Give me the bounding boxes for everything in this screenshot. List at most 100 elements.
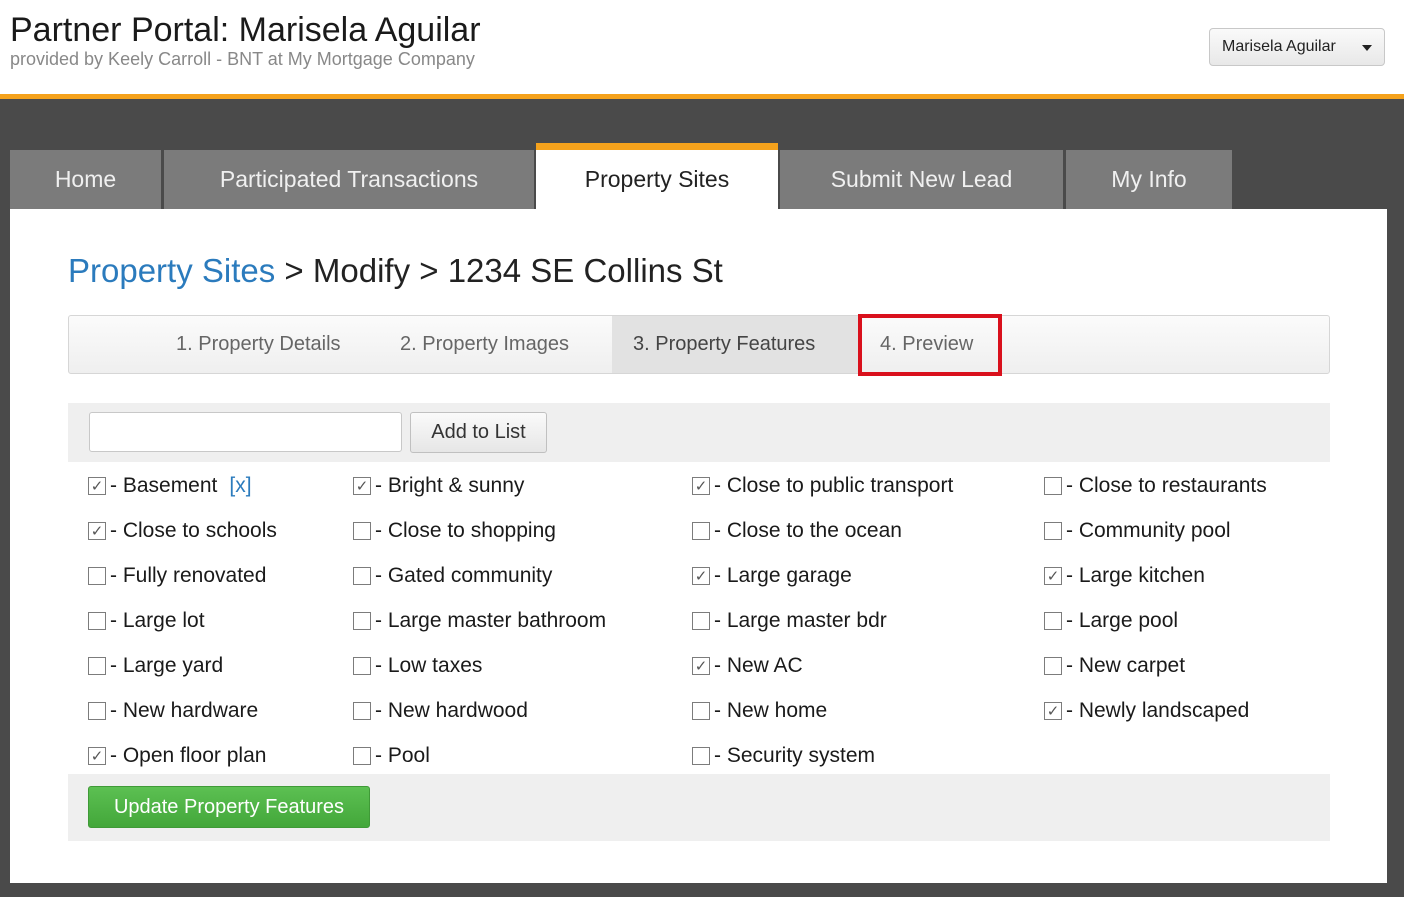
- caret-down-icon: [1362, 45, 1372, 51]
- tab-label: Property Sites: [584, 166, 730, 192]
- feature-newly-landscaped: ✓ - Newly landscaped: [1044, 696, 1249, 726]
- feature-checkbox[interactable]: ✓: [1044, 567, 1062, 585]
- feature-checkbox[interactable]: [353, 567, 371, 585]
- portal-title: Partner Portal: Marisela Aguilar: [10, 11, 481, 49]
- feature-checkbox[interactable]: [692, 702, 710, 720]
- new-feature-input[interactable]: [89, 412, 402, 452]
- step-property-details[interactable]: 1. Property Details: [176, 316, 341, 373]
- feature-checkbox[interactable]: [353, 747, 371, 765]
- feature-checkbox[interactable]: [88, 657, 106, 675]
- feature-fully-renovated: - Fully renovated: [88, 561, 266, 591]
- feature-checkbox[interactable]: ✓: [88, 747, 106, 765]
- tab-participated-transactions[interactable]: Participated Transactions: [164, 150, 534, 209]
- breadcrumb: Property Sites > Modify > 1234 SE Collin…: [68, 251, 723, 291]
- feature-checkbox[interactable]: [692, 747, 710, 765]
- feature-close-to-public-transport: ✓ - Close to public transport: [692, 471, 953, 501]
- top-bar: Partner Portal: Marisela Aguilar provide…: [0, 0, 1404, 99]
- feature-new-carpet: - New carpet: [1044, 651, 1185, 681]
- feature-low-taxes: - Low taxes: [353, 651, 482, 681]
- breadcrumb-separator: >: [284, 252, 304, 289]
- feature-label: - Close to shopping: [375, 519, 556, 542]
- feature-community-pool: - Community pool: [1044, 516, 1231, 546]
- feature-close-to-the-ocean: - Close to the ocean: [692, 516, 902, 546]
- feature-gated-community: - Gated community: [353, 561, 552, 591]
- feature-checkbox[interactable]: [692, 522, 710, 540]
- breadcrumb-property-sites-link[interactable]: Property Sites: [68, 252, 275, 289]
- feature-checkbox[interactable]: [1044, 477, 1062, 495]
- feature-label: - Large garage: [714, 564, 852, 587]
- feature-checkbox[interactable]: [353, 612, 371, 630]
- feature-security-system: - Security system: [692, 741, 875, 771]
- feature-checkbox[interactable]: ✓: [692, 477, 710, 495]
- feature-new-home: - New home: [692, 696, 827, 726]
- update-property-features-button[interactable]: Update Property Features: [88, 786, 370, 828]
- feature-checkbox[interactable]: ✓: [692, 567, 710, 585]
- wizard-steps: 1. Property Details 2. Property Images 3…: [68, 315, 1330, 374]
- feature-label: - Security system: [714, 744, 876, 767]
- breadcrumb-address: 1234 SE Collins St: [447, 252, 723, 289]
- user-menu-button[interactable]: Marisela Aguilar: [1209, 28, 1385, 66]
- feature-checkbox[interactable]: [1044, 522, 1062, 540]
- tab-my-info[interactable]: My Info: [1066, 150, 1232, 209]
- feature-checkbox[interactable]: ✓: [88, 477, 106, 495]
- features-list: ✓ - Basement [x] ✓ - Bright & sunny ✓ - …: [68, 462, 1330, 774]
- feature-checkbox[interactable]: [353, 702, 371, 720]
- breadcrumb-separator: >: [419, 252, 439, 289]
- feature-basement: ✓ - Basement [x]: [88, 471, 252, 501]
- portal-subtitle: provided by Keely Carroll - BNT at My Mo…: [10, 49, 475, 69]
- tab-label: Home: [54, 166, 117, 192]
- feature-bright-sunny: ✓ - Bright & sunny: [353, 471, 524, 501]
- feature-label: - Large master bdr: [714, 609, 887, 632]
- tab-home[interactable]: Home: [10, 150, 161, 209]
- feature-label: - Large lot: [110, 609, 205, 632]
- feature-new-hardwood: - New hardwood: [353, 696, 528, 726]
- feature-label: - Gated community: [375, 564, 553, 587]
- feature-close-to-schools: ✓ - Close to schools: [88, 516, 277, 546]
- features-panel: Add to List ✓ - Basement [x] ✓ - Bright …: [68, 403, 1330, 841]
- feature-label: - Pool: [375, 744, 430, 767]
- feature-checkbox[interactable]: ✓: [88, 522, 106, 540]
- feature-large-master-bathroom: - Large master bathroom: [353, 606, 606, 636]
- feature-checkbox[interactable]: ✓: [692, 657, 710, 675]
- feature-checkbox[interactable]: [88, 612, 106, 630]
- tab-label: My Info: [1111, 166, 1187, 192]
- feature-checkbox[interactable]: [353, 657, 371, 675]
- feature-open-floor-plan: ✓ - Open floor plan: [88, 741, 266, 771]
- feature-checkbox[interactable]: ✓: [353, 477, 371, 495]
- feature-large-yard: - Large yard: [88, 651, 223, 681]
- preview-highlight-box: [858, 314, 1002, 376]
- feature-new-ac: ✓ - New AC: [692, 651, 803, 681]
- tab-submit-new-lead[interactable]: Submit New Lead: [780, 150, 1063, 209]
- feature-label: - New home: [714, 699, 828, 722]
- feature-label: - Basement: [110, 474, 218, 497]
- breadcrumb-current: Modify: [312, 252, 411, 289]
- feature-label: - Newly landscaped: [1066, 699, 1250, 722]
- feature-label: - New hardware: [110, 699, 259, 722]
- feature-label: - New carpet: [1066, 654, 1186, 677]
- tab-property-sites[interactable]: Property Sites: [536, 143, 778, 209]
- feature-checkbox[interactable]: [1044, 612, 1062, 630]
- feature-checkbox[interactable]: [88, 702, 106, 720]
- feature-checkbox[interactable]: [692, 612, 710, 630]
- feature-label: - New hardwood: [375, 699, 528, 722]
- feature-label: - Fully renovated: [110, 564, 267, 587]
- feature-checkbox[interactable]: [1044, 657, 1062, 675]
- step-property-images[interactable]: 2. Property Images: [400, 316, 569, 373]
- feature-label: - Low taxes: [375, 654, 483, 677]
- add-to-list-button[interactable]: Add to List: [410, 412, 547, 453]
- feature-label: - Large yard: [110, 654, 224, 677]
- feature-checkbox[interactable]: ✓: [1044, 702, 1062, 720]
- feature-large-master-bdr: - Large master bdr: [692, 606, 887, 636]
- feature-close-to-restaurants: - Close to restaurants: [1044, 471, 1267, 501]
- feature-label: - Bright & sunny: [375, 474, 525, 497]
- feature-label: - Open floor plan: [110, 744, 267, 767]
- feature-close-to-shopping: - Close to shopping: [353, 516, 556, 546]
- feature-large-garage: ✓ - Large garage: [692, 561, 852, 591]
- remove-feature-link[interactable]: [x]: [229, 474, 251, 498]
- main-panel: Property Sites > Modify > 1234 SE Collin…: [10, 209, 1387, 883]
- feature-checkbox[interactable]: [88, 567, 106, 585]
- feature-checkbox[interactable]: [353, 522, 371, 540]
- step-property-features[interactable]: 3. Property Features: [612, 316, 859, 373]
- feature-label: - New AC: [714, 654, 803, 677]
- tab-label: Participated Transactions: [219, 166, 479, 192]
